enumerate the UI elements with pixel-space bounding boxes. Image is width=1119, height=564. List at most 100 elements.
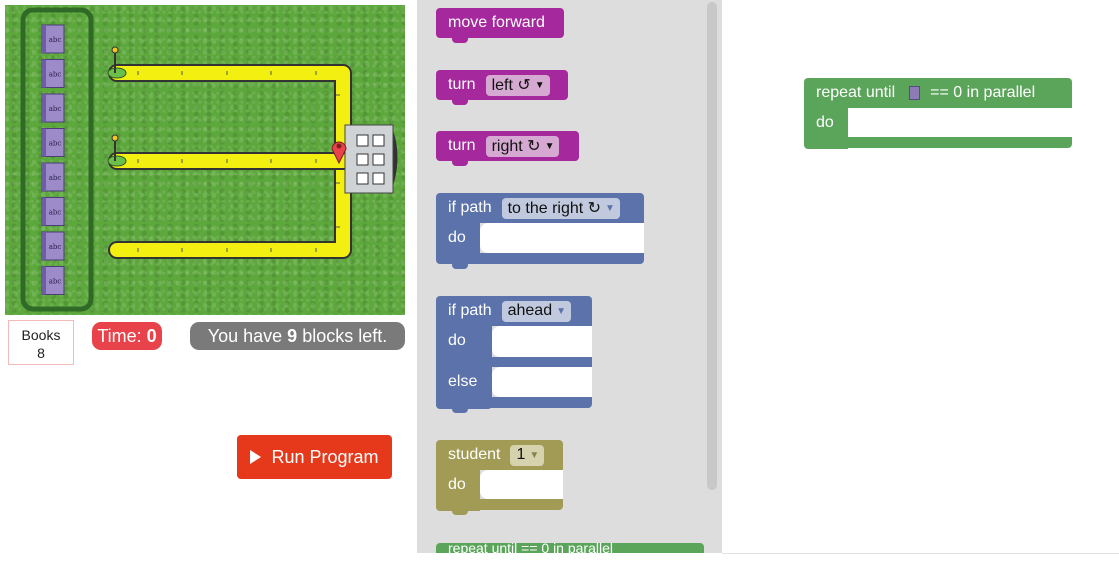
repeat-until-label: repeat until <box>816 84 896 101</box>
block-tab <box>452 38 468 43</box>
books-label: Books <box>21 327 61 343</box>
library-building <box>344 123 398 195</box>
book-label: abc <box>49 209 62 217</box>
blocks-suffix: blocks left. <box>302 326 388 346</box>
block-tab <box>452 408 468 413</box>
if-path-right-dropdown[interactable]: to the right ↻ ▼ <box>501 197 620 219</box>
repeat-until-suffix: == 0 in parallel <box>930 84 1036 101</box>
blocks-prefix: You have <box>207 326 283 346</box>
if-path-ahead-row: if path ahead ▼ <box>436 296 571 326</box>
time-label: Time: <box>97 326 142 346</box>
else-label: else <box>448 373 478 390</box>
book-icon: abc <box>41 197 65 226</box>
book-icon: abc <box>41 266 65 295</box>
turn-left-dropdown[interactable]: left ↺ ▼ <box>485 74 550 96</box>
if-path-ahead-else-block[interactable]: if path ahead ▼ do else <box>436 296 592 413</box>
do-label: do <box>448 229 466 246</box>
if-path-right-row: if path to the right ↻ ▼ <box>436 193 620 223</box>
do-label: do <box>816 114 834 131</box>
book-label: abc <box>49 278 62 286</box>
block-bottom <box>804 137 1072 148</box>
do-slot[interactable] <box>480 223 644 253</box>
dropdown-arrow-icon: ▼ <box>556 305 566 317</box>
student-do-row: do <box>436 470 466 500</box>
repeat-until-do-row: do <box>804 108 834 138</box>
turn-right-row: turn right ↻ ▼ <box>436 131 560 161</box>
dropdown-arrow-icon: ▼ <box>529 449 540 461</box>
move-forward-block[interactable]: move forward <box>436 8 564 43</box>
repeat-until-row: repeat until == 0 in parallel <box>804 78 1035 108</box>
move-forward-label: move forward <box>448 14 545 31</box>
dropdown-arrow-icon: ▼ <box>534 79 545 91</box>
repeat-until-block[interactable]: repeat until == 0 in parallel do <box>804 78 1072 149</box>
book-icon: abc <box>41 231 65 261</box>
books-counter: Books 8 <box>8 320 74 365</box>
student-label: student <box>448 446 501 463</box>
book-icon: abc <box>41 24 65 54</box>
dropdown-arrow-icon: ▼ <box>544 140 555 152</box>
road <box>108 64 352 259</box>
block-bottom <box>436 397 592 408</box>
book-icon: abc <box>41 93 65 123</box>
book-label: abc <box>49 140 62 148</box>
book-icon: abc <box>41 128 65 157</box>
student-row: student 1 ▼ <box>436 440 545 470</box>
book-label: abc <box>49 71 62 79</box>
run-program-label: Run Program <box>271 446 379 467</box>
if-path-right-value: to the right ↻ <box>507 200 602 217</box>
books-count: 8 <box>37 345 45 361</box>
maze-board: abc abc abc abc abc abc abc abc <box>5 5 405 315</box>
start-flag <box>107 46 127 79</box>
block-bottom <box>436 499 563 510</box>
repeat-until-partial-row: repeat until == 0 in parallel <box>436 543 613 553</box>
toolbox-scrollbar[interactable] <box>707 2 717 490</box>
turn-right-dropdown[interactable]: right ↻ ▼ <box>485 135 560 157</box>
books-stack <box>20 7 94 312</box>
do-label: do <box>448 332 466 349</box>
turn-right-value: right ↻ <box>491 138 541 155</box>
if-path-right-do-row: do <box>436 223 466 253</box>
if-path-ahead-else-row: else <box>436 367 477 397</box>
book-label: abc <box>49 36 62 44</box>
book-icon: abc <box>41 162 65 192</box>
turn-right-block[interactable]: turn right ↻ ▼ <box>436 131 579 166</box>
workspace-border <box>722 553 1119 554</box>
if-path-right-label: if path <box>448 199 492 216</box>
student-value: 1 <box>516 446 526 463</box>
if-path-ahead-do-row: do <box>436 326 466 356</box>
repeat-until-block-partial[interactable]: repeat until == 0 in parallel <box>436 543 704 553</box>
dropdown-arrow-icon: ▼ <box>605 202 615 214</box>
turn-left-label: turn <box>448 76 476 93</box>
move-forward-row: move forward <box>436 8 545 38</box>
turn-left-block[interactable]: turn left ↺ ▼ <box>436 70 568 105</box>
if-path-ahead-value: ahead <box>507 302 553 319</box>
if-path-right-block[interactable]: if path to the right ↻ ▼ do <box>436 193 644 269</box>
block-tab <box>452 100 468 105</box>
do-slot[interactable] <box>492 326 592 357</box>
play-icon <box>250 450 262 464</box>
book-label: abc <box>49 174 62 182</box>
time-badge: Time: 0 <box>92 322 162 350</box>
do-slot[interactable] <box>480 470 563 499</box>
block-bottom <box>436 253 644 264</box>
if-path-ahead-dropdown[interactable]: ahead ▼ <box>501 300 571 322</box>
student-dropdown[interactable]: 1 ▼ <box>510 444 545 466</box>
book-icon <box>909 86 921 100</box>
turn-left-row: turn left ↺ ▼ <box>436 70 550 100</box>
blocks-left-badge: You have 9 blocks left. <box>190 322 405 350</box>
block-tab <box>452 510 468 515</box>
do-slot[interactable] <box>848 108 1072 137</box>
blocks-count: 9 <box>287 326 298 346</box>
block-tab <box>452 264 468 269</box>
book-icon: abc <box>41 59 65 88</box>
turn-right-label: turn <box>448 137 476 154</box>
block-tab <box>452 161 468 166</box>
time-value: 0 <box>146 326 157 346</box>
run-program-button[interactable]: Run Program <box>237 435 392 479</box>
book-label: abc <box>49 243 62 251</box>
turn-left-value: left ↺ <box>491 77 531 94</box>
do-label: do <box>448 476 466 493</box>
else-slot[interactable] <box>492 367 592 397</box>
maze-svg: abc abc abc abc abc abc abc abc <box>20 7 398 312</box>
student-block[interactable]: student 1 ▼ do <box>436 440 563 515</box>
